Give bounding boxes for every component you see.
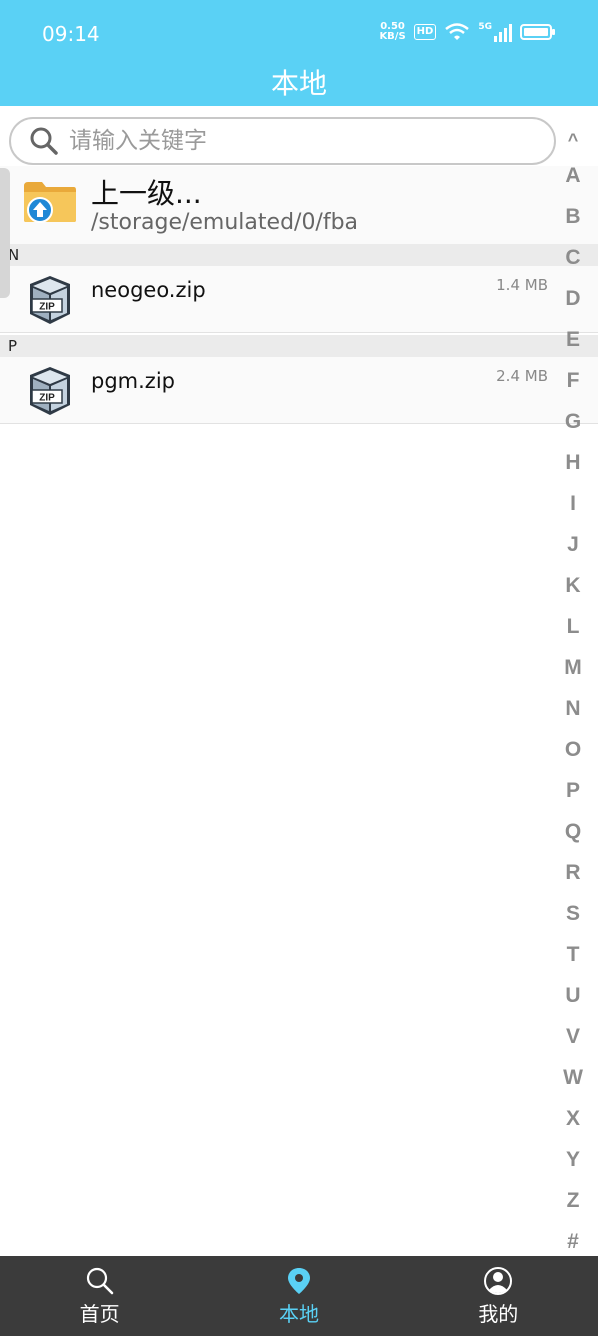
nav-mine-label: 我的	[478, 1302, 519, 1326]
alpha-index-l[interactable]: L	[567, 606, 580, 647]
folder-up-icon	[24, 182, 76, 223]
alpha-index-i[interactable]: I	[570, 483, 576, 524]
bottom-nav: 首页 本地 我的	[0, 1256, 598, 1336]
alpha-index-z[interactable]: Z	[567, 1180, 580, 1221]
alpha-index-x[interactable]: X	[566, 1098, 580, 1139]
alpha-index-p[interactable]: P	[566, 770, 580, 811]
battery-icon	[520, 24, 555, 40]
alpha-index-h[interactable]: H	[565, 442, 580, 483]
alpha-index-g[interactable]: G	[565, 401, 581, 442]
zip-icon: ZIP	[30, 367, 70, 415]
file-name: neogeo.zip	[91, 278, 206, 302]
alpha-index-w[interactable]: W	[563, 1057, 583, 1098]
drag-handle[interactable]	[0, 168, 10, 298]
section-header-p: P	[0, 335, 598, 357]
svg-text:ZIP: ZIP	[39, 302, 55, 313]
status-time: 09:14	[42, 22, 100, 46]
search-icon	[86, 1267, 113, 1295]
alpha-index-j[interactable]: J	[567, 524, 579, 565]
nav-local[interactable]: 本地	[199, 1256, 398, 1336]
title-bar: 09:14 0.50 KB/S HD 5G 本地	[0, 0, 598, 106]
svg-text:ZIP: ZIP	[39, 393, 55, 404]
alpha-index-m[interactable]: M	[564, 647, 582, 688]
page-title: 本地	[270, 67, 327, 100]
screen: 09:14 0.50 KB/S HD 5G 本地 请输入关键字 上一级... /…	[0, 0, 598, 1336]
net-speed: 0.50 KB/S	[379, 21, 406, 42]
alpha-index-n[interactable]: N	[565, 688, 580, 729]
search-icon	[30, 127, 58, 155]
nav-home[interactable]: 首页	[0, 1256, 199, 1336]
file-size: 2.4 MB	[496, 367, 548, 385]
nav-mine[interactable]: 我的	[399, 1256, 598, 1336]
alpha-index-c[interactable]: C	[565, 237, 580, 278]
search-bar[interactable]	[9, 117, 556, 165]
alpha-index-s[interactable]: S	[566, 893, 580, 934]
nav-home-label: 首页	[79, 1302, 120, 1326]
parent-directory-label: 上一级...	[91, 177, 202, 210]
alphabet-index[interactable]: ^ A B C D E F G H I J K L M N O P Q R S …	[558, 125, 588, 1262]
parent-directory-row[interactable]: 上一级... /storage/emulated/0/fba	[0, 166, 598, 244]
current-path: /storage/emulated/0/fba	[91, 210, 359, 235]
alpha-index-y[interactable]: Y	[566, 1139, 580, 1180]
file-name: pgm.zip	[91, 369, 175, 393]
alpha-index-f[interactable]: F	[567, 360, 580, 401]
file-row[interactable]: ZIP neogeo.zip 1.4 MB	[0, 266, 598, 333]
section-header-n: N	[0, 244, 598, 266]
file-size: 1.4 MB	[496, 276, 548, 294]
alpha-index-k[interactable]: K	[565, 565, 580, 606]
wifi-icon	[445, 23, 470, 40]
hd-badge: HD	[413, 24, 437, 40]
alpha-index-d[interactable]: D	[565, 278, 580, 319]
zip-icon: ZIP	[30, 276, 70, 324]
alpha-index-e[interactable]: E	[566, 319, 580, 360]
alpha-index-r[interactable]: R	[565, 852, 580, 893]
file-row[interactable]: ZIP pgm.zip 2.4 MB	[0, 357, 598, 424]
nav-local-label: 本地	[278, 1302, 319, 1326]
status-icons: 0.50 KB/S HD 5G	[379, 22, 556, 42]
alpha-index-a[interactable]: A	[565, 155, 580, 196]
alpha-index-q[interactable]: Q	[565, 811, 581, 852]
alpha-index-o[interactable]: O	[565, 729, 581, 770]
alpha-index-b[interactable]: B	[565, 196, 580, 237]
alpha-index-t[interactable]: T	[567, 934, 580, 975]
user-icon	[484, 1267, 513, 1295]
alpha-index-caret[interactable]: ^	[568, 125, 579, 155]
alpha-index-v[interactable]: V	[566, 1016, 580, 1057]
signal-icon: 5G	[478, 22, 512, 42]
alpha-index-u[interactable]: U	[565, 975, 580, 1016]
location-pin-icon	[287, 1268, 310, 1294]
search-input[interactable]	[69, 128, 529, 154]
